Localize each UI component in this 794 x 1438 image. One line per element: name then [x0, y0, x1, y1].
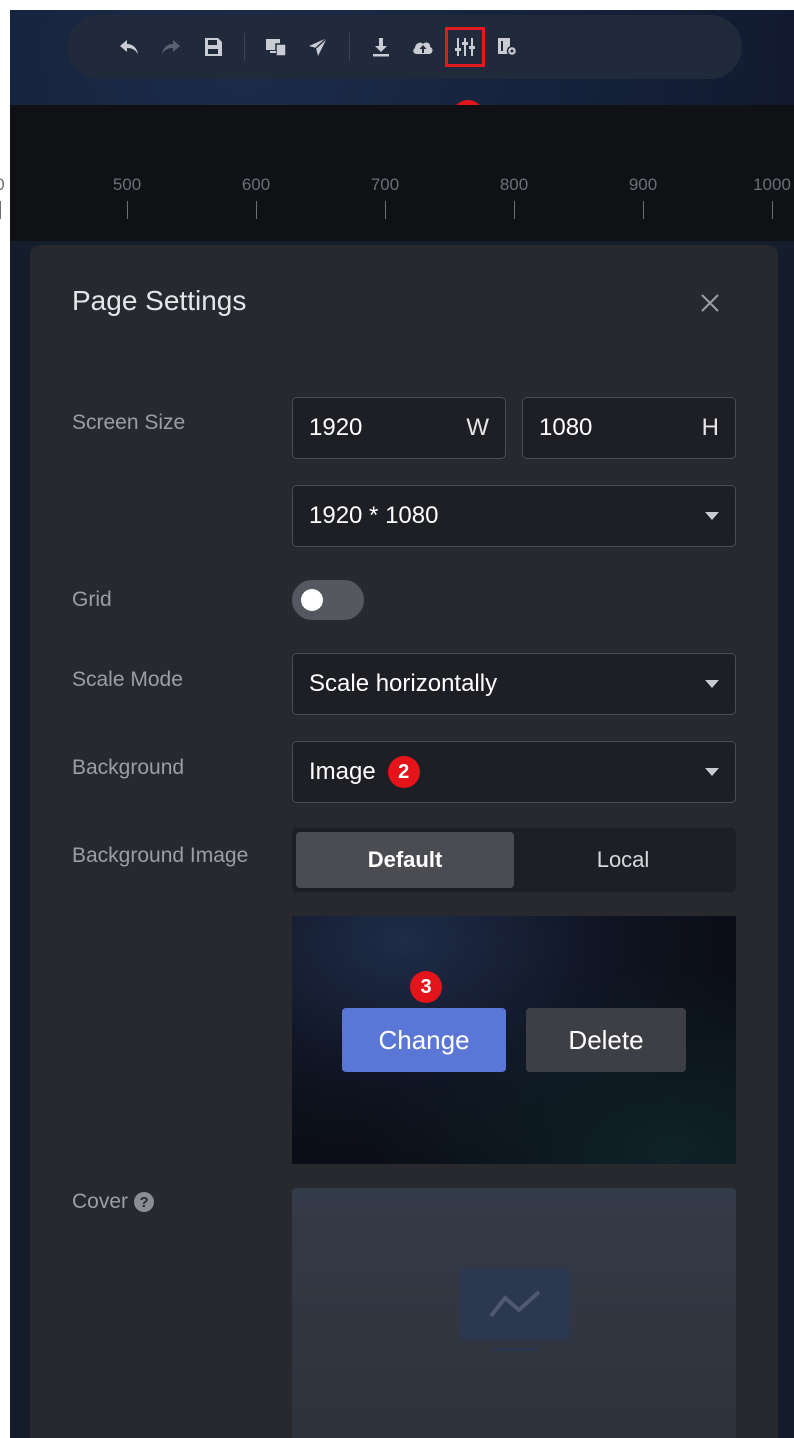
background-label: Background [72, 756, 185, 779]
background-value: Image [309, 758, 376, 785]
cover-preview[interactable] [292, 1188, 736, 1438]
component-settings-icon[interactable] [490, 30, 524, 64]
save-icon[interactable] [196, 30, 230, 64]
width-suffix: W [466, 414, 489, 441]
screen-size-preset-select[interactable]: 1920 * 1080 [292, 485, 736, 547]
ruler-tick: 500 [97, 175, 157, 219]
tab-local[interactable]: Local [514, 832, 732, 888]
scale-mode-value: Scale horizontally [309, 670, 498, 697]
scale-mode-label: Scale Mode [72, 668, 183, 691]
background-image-label: Background Image [72, 844, 249, 867]
scale-mode-select[interactable]: Scale horizontally [292, 653, 736, 715]
canvas-ruler-area: 0 500 600 700 800 900 1000 [0, 105, 794, 241]
ruler-tick: 600 [226, 175, 286, 219]
background-select[interactable]: Image 2 [292, 741, 736, 803]
screen-size-label: Screen Size [72, 411, 186, 434]
download-icon[interactable] [364, 30, 398, 64]
toolbar: 1 [67, 15, 742, 132]
screen-width-input[interactable]: 1920 W [292, 397, 506, 459]
upload-cloud-icon[interactable] [406, 30, 440, 64]
grid-label: Grid [72, 588, 112, 611]
page-settings-icon[interactable]: 1 [445, 27, 485, 132]
cover-label: Cover [72, 1190, 129, 1213]
redo-icon[interactable] [154, 30, 188, 64]
toolbar-divider [349, 33, 350, 61]
ruler-tick: 1000 [742, 175, 794, 219]
preview-icon[interactable] [259, 30, 293, 64]
undo-icon[interactable] [112, 30, 146, 64]
tab-default[interactable]: Default [296, 832, 514, 888]
height-suffix: H [701, 414, 719, 441]
screen-size-preset-value: 1920 * 1080 [309, 502, 439, 529]
screen-width-value: 1920 [309, 414, 363, 441]
chevron-down-icon [705, 512, 719, 520]
top-toolbar-area: 1 [10, 10, 794, 132]
toolbar-divider [244, 33, 245, 61]
toggle-knob [301, 589, 323, 611]
chevron-down-icon [705, 680, 719, 688]
help-icon[interactable]: ? [134, 1192, 155, 1212]
page-settings-panel: Page Settings Screen Size 1920 W 1080 H … [30, 245, 778, 1438]
ruler-tick: 900 [613, 175, 673, 219]
background-image-preview: 3 Change Delete [292, 916, 736, 1164]
ruler-tick: 700 [355, 175, 415, 219]
horizontal-ruler: 0 500 600 700 800 900 1000 [0, 175, 794, 241]
chevron-down-icon [705, 768, 719, 776]
cover-label-row: Cover ? [72, 1190, 155, 1214]
close-icon[interactable] [698, 291, 722, 315]
delete-button[interactable]: Delete [526, 1008, 686, 1072]
step-badge: 2 [387, 756, 420, 788]
change-button[interactable]: Change [342, 1008, 506, 1072]
screen-height-value: 1080 [539, 414, 593, 441]
step-badge: 3 [410, 971, 442, 1003]
screen-height-input[interactable]: 1080 H [522, 397, 736, 459]
panel-title: Page Settings [72, 285, 247, 316]
grid-toggle[interactable] [292, 580, 364, 620]
publish-icon[interactable] [301, 30, 335, 64]
ruler-tick: 0 [0, 175, 30, 219]
ruler-tick: 800 [484, 175, 544, 219]
monitor-stand [492, 1348, 538, 1351]
monitor-chart-icon [460, 1268, 570, 1340]
background-image-source-tabs: Default Local [292, 828, 736, 892]
